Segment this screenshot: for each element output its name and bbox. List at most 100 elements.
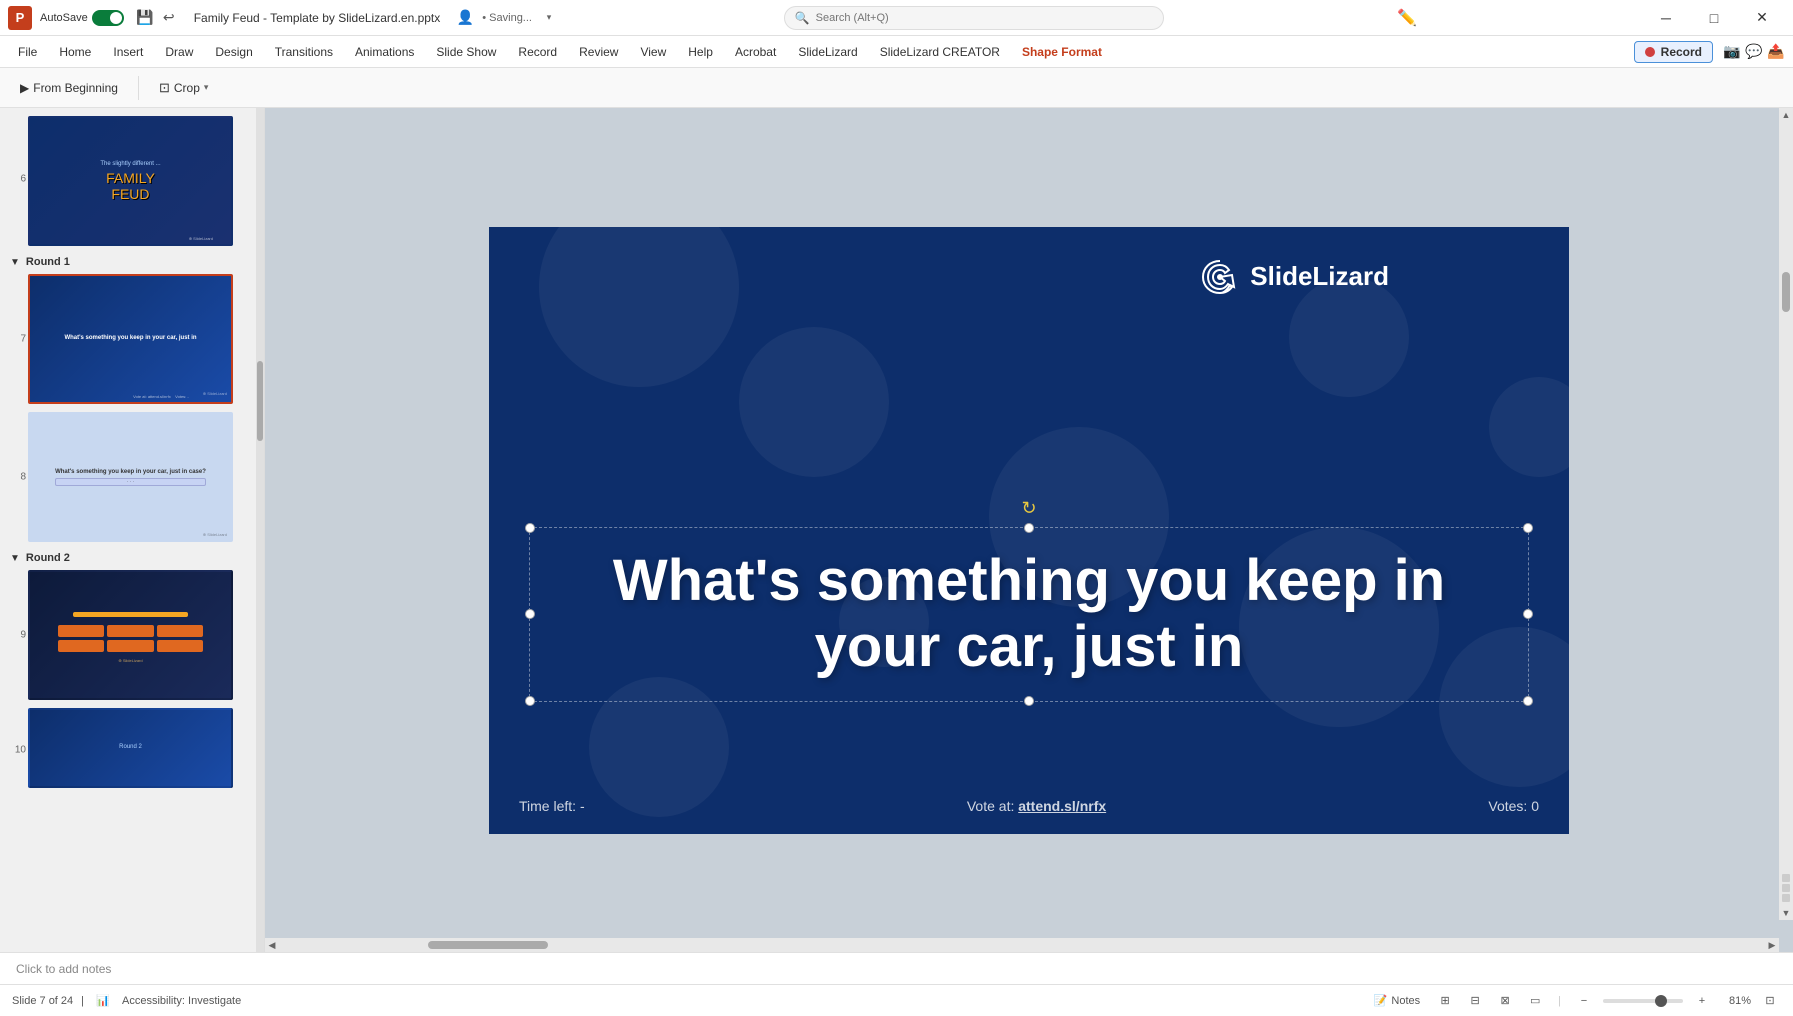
handle-tr[interactable]	[1523, 523, 1533, 533]
status-right: 📝 Notes ⊞ ⊟ ⊠ ▭ | − + 81% ⊡	[1368, 990, 1781, 1012]
question-text-box[interactable]: ↻ What's something you keep in your car,…	[529, 527, 1529, 702]
vscroll-ind1	[1782, 874, 1790, 882]
menu-review[interactable]: Review	[569, 41, 628, 63]
menu-slidelizard-creator[interactable]: SlideLizard CREATOR	[870, 41, 1010, 63]
comment-icon[interactable]: 💬	[1745, 43, 1763, 61]
slide-item-6[interactable]: 6 The slightly different ... FAMILYFEUD …	[0, 108, 264, 250]
slide-item-8[interactable]: 8 What's something you keep in your car,…	[0, 408, 264, 546]
view-reading-icon[interactable]: ⊠	[1494, 990, 1516, 1012]
handle-bl[interactable]	[525, 696, 535, 706]
rotate-handle[interactable]: ↻	[1021, 498, 1036, 519]
vscroll-thumb[interactable]	[1782, 272, 1790, 312]
canvas-vscroll[interactable]: ▲ ▼	[1779, 108, 1793, 920]
undo-icon[interactable]: ↩	[160, 9, 178, 27]
menu-design[interactable]: Design	[205, 41, 262, 63]
view-slide-sorter-icon[interactable]: ⊟	[1464, 990, 1486, 1012]
pen-icon[interactable]: ✏️	[1397, 8, 1417, 28]
bg-circle-1	[539, 227, 739, 387]
handle-tl[interactable]	[525, 523, 535, 533]
hscroll-right[interactable]: ▶	[1765, 938, 1779, 952]
handle-br[interactable]	[1523, 696, 1533, 706]
menu-slideshow[interactable]: Slide Show	[426, 41, 506, 63]
saving-dropdown[interactable]: ▾	[540, 9, 558, 27]
notes-button[interactable]: 📝 Notes	[1368, 992, 1426, 1009]
crop-button[interactable]: ⊡ Crop ▾	[149, 76, 218, 100]
slide-info: Slide 7 of 24	[12, 995, 73, 1007]
slide-footer: Time left: - Vote at: attend.sl/nrfx Vot…	[519, 798, 1539, 814]
from-beginning-button[interactable]: ▶ From Beginning	[10, 77, 128, 99]
share-icon[interactable]: 👤	[456, 9, 474, 27]
click-to-add-notes[interactable]: Click to add notes	[16, 962, 111, 976]
record-button[interactable]: Record	[1634, 41, 1713, 63]
maximize-button[interactable]: □	[1691, 3, 1737, 33]
canvas-hscroll[interactable]: ◀ ▶	[265, 938, 1779, 952]
slide-number-9: 9	[8, 630, 26, 641]
menu-insert[interactable]: Insert	[103, 41, 153, 63]
status-sep2: |	[1558, 995, 1561, 1007]
menu-acrobat[interactable]: Acrobat	[725, 41, 786, 63]
menu-view[interactable]: View	[630, 41, 676, 63]
section-round2[interactable]: ▼ Round 2	[0, 546, 264, 566]
menu-shape-format[interactable]: Shape Format	[1012, 41, 1112, 63]
slide-thumbnail-9[interactable]: ⊕ SlideLizard	[28, 570, 233, 700]
menu-help[interactable]: Help	[678, 41, 723, 63]
handle-ml[interactable]	[525, 609, 535, 619]
toolbar-separator	[138, 76, 139, 100]
vscroll-indicators	[1779, 870, 1793, 906]
zoom-thumb[interactable]	[1655, 995, 1667, 1007]
panel-scrollbar[interactable]	[256, 108, 264, 952]
notes-area[interactable]: Click to add notes	[0, 952, 1793, 984]
record-dot-icon	[1645, 47, 1655, 57]
slide-thumbnail-6[interactable]: The slightly different ... FAMILYFEUD ⊕ …	[28, 116, 233, 246]
menu-slidelizard[interactable]: SlideLizard	[788, 41, 867, 63]
slide-show-icon[interactable]: 📊	[92, 990, 114, 1012]
zoom-slider[interactable]	[1603, 999, 1683, 1003]
menu-file[interactable]: File	[8, 41, 47, 63]
close-button[interactable]: ✕	[1739, 3, 1785, 33]
share-present-icon[interactable]: 📤	[1767, 43, 1785, 61]
fit-slide-icon[interactable]: ⊡	[1759, 990, 1781, 1012]
handle-mr[interactable]	[1523, 609, 1533, 619]
handle-bm[interactable]	[1024, 696, 1034, 706]
menu-draw[interactable]: Draw	[155, 41, 203, 63]
vscroll-track	[1779, 122, 1793, 870]
vscroll-up[interactable]: ▲	[1779, 108, 1793, 122]
notes-label: Notes	[1391, 995, 1420, 1007]
handle-tm[interactable]	[1024, 523, 1034, 533]
slide-thumbnail-8[interactable]: What's something you keep in your car, j…	[28, 412, 233, 542]
status-left: Slide 7 of 24 | 📊 Accessibility: Investi…	[12, 990, 241, 1012]
panel-scroll-thumb[interactable]	[257, 361, 263, 441]
zoom-in-icon[interactable]: +	[1691, 990, 1713, 1012]
hscroll-left[interactable]: ◀	[265, 938, 279, 952]
minimize-button[interactable]: ─	[1643, 3, 1689, 33]
slide-item-10[interactable]: 10 Round 2	[0, 704, 264, 796]
search-bar[interactable]: 🔍	[784, 6, 1164, 30]
menu-transitions[interactable]: Transitions	[265, 41, 343, 63]
slide-thumbnail-7[interactable]: What's something you keep in your car, j…	[28, 274, 233, 404]
vscroll-ind2	[1782, 884, 1790, 892]
crop-dropdown-arrow: ▾	[204, 82, 209, 93]
view-presenter-icon[interactable]: ▭	[1524, 990, 1546, 1012]
view-normal-icon[interactable]: ⊞	[1434, 990, 1456, 1012]
slide-thumbnail-10[interactable]: Round 2	[28, 708, 233, 788]
menu-record[interactable]: Record	[508, 41, 567, 63]
save-icon[interactable]: 💾	[136, 9, 154, 27]
slide-item-7[interactable]: 7 What's something you keep in your car,…	[0, 270, 264, 408]
slide-logo-text: SlideLizard	[1250, 261, 1389, 292]
accessibility-label[interactable]: Accessibility: Investigate	[122, 995, 241, 1007]
autosave-toggle[interactable]	[92, 10, 124, 26]
menu-animations[interactable]: Animations	[345, 41, 424, 63]
zoom-level[interactable]: 81%	[1721, 995, 1751, 1007]
hscroll-thumb[interactable]	[428, 941, 548, 949]
toolbar-extra-icons: 📷 💬 📤	[1723, 43, 1785, 61]
autosave-label: AutoSave	[40, 12, 88, 24]
menu-home[interactable]: Home	[49, 41, 101, 63]
zoom-out-icon[interactable]: −	[1573, 990, 1595, 1012]
vscroll-down[interactable]: ▼	[1779, 906, 1793, 920]
slide-item-9[interactable]: 9 ★ ⊕ SlideLizard	[0, 566, 264, 704]
section-round1[interactable]: ▼ Round 1	[0, 250, 264, 270]
autosave-section: AutoSave	[40, 10, 124, 26]
search-input[interactable]	[816, 12, 1153, 24]
slide-canvas[interactable]: SlideLizard ↻ What's something you keep …	[489, 227, 1569, 834]
camera-icon[interactable]: 📷	[1723, 43, 1741, 61]
